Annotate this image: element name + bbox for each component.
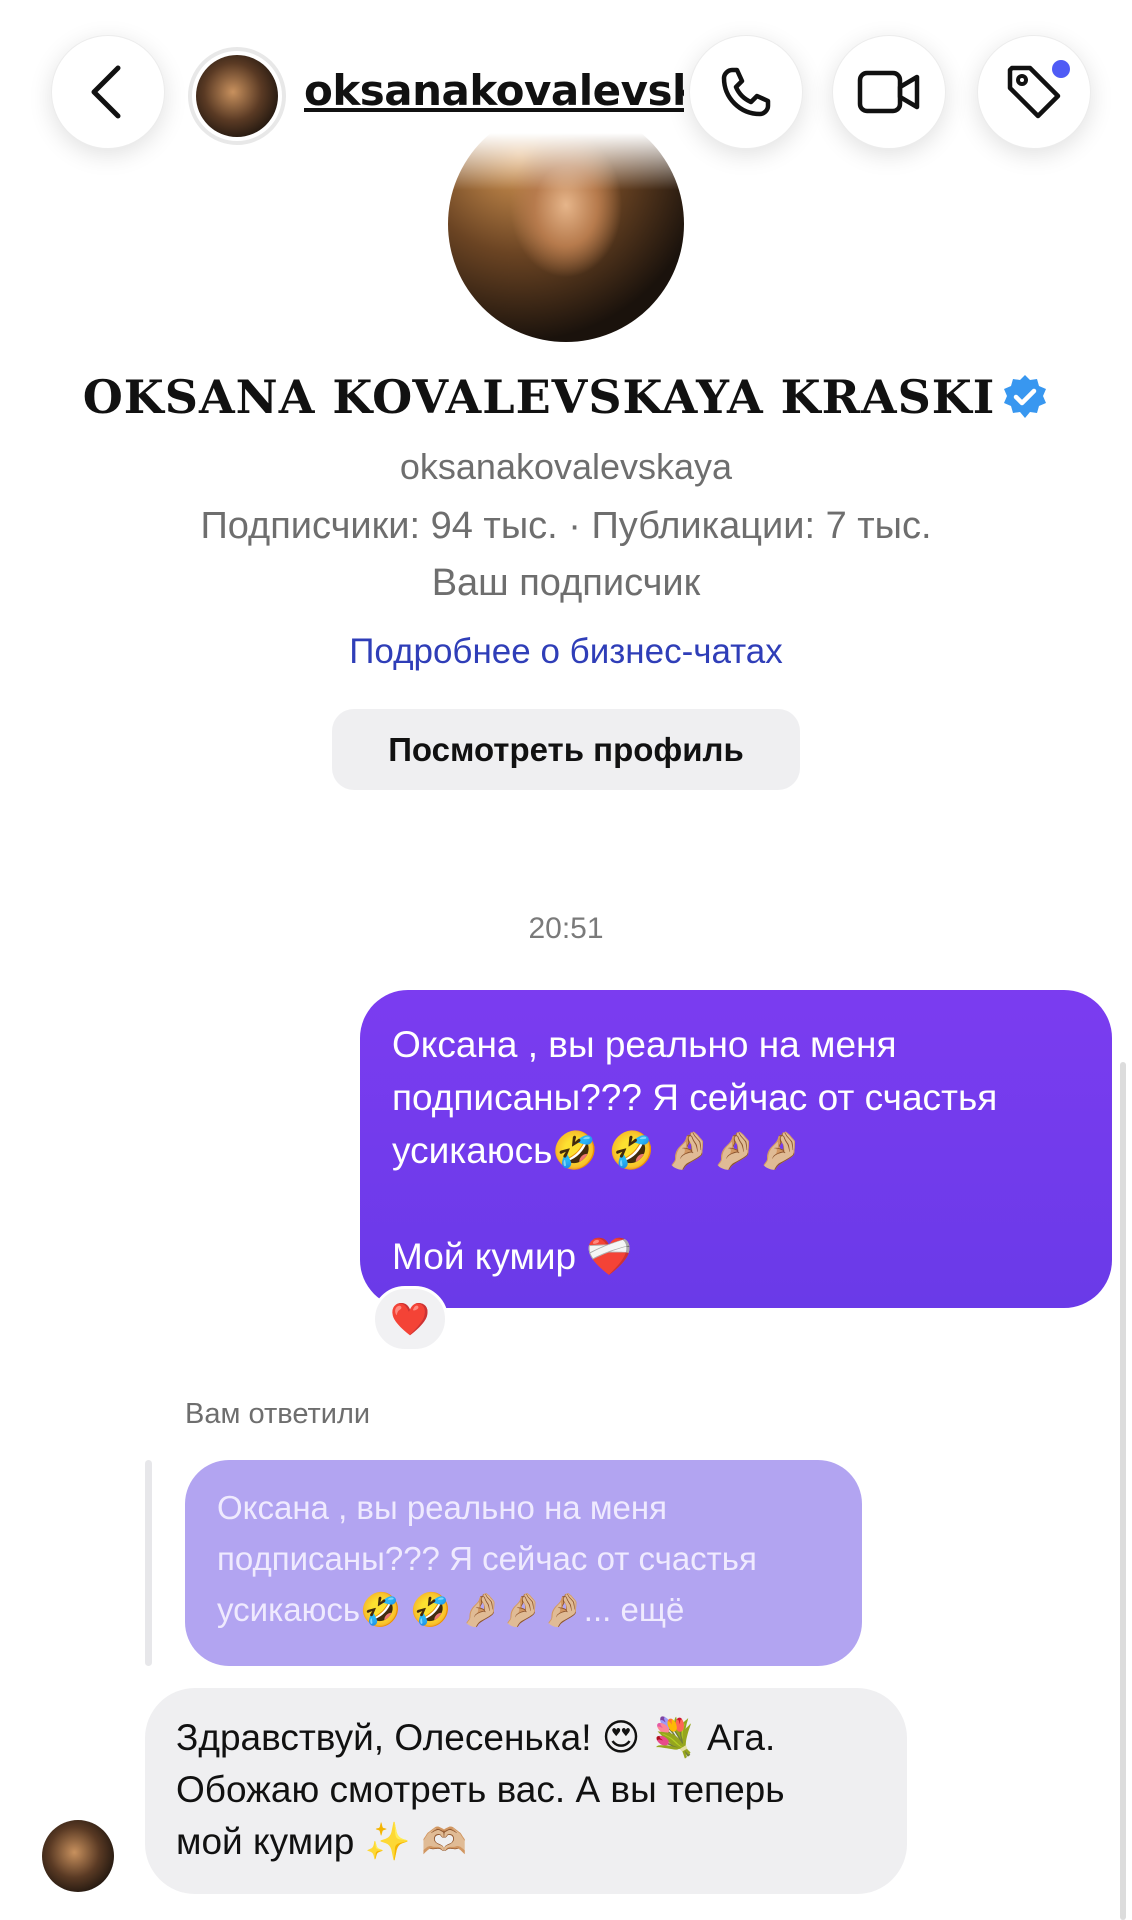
incoming-line: Здравствуй, Олесенька! 😍 💐 Ага.	[176, 1717, 776, 1758]
call-button[interactable]	[689, 35, 803, 149]
profile-stats: Подписчики: 94 тыс. · Публикации: 7 тыс.	[200, 505, 932, 547]
video-call-button[interactable]	[832, 35, 946, 149]
quoted-line: подписаны??? Я сейчас от счастья	[217, 1540, 757, 1577]
scrollbar[interactable]	[1120, 1062, 1126, 1920]
header-username[interactable]: oksanakovalevsk...	[304, 66, 684, 115]
outgoing-line: усикаюсь🤣 🤣 🤌🏼🤌🏼🤌🏼	[392, 1130, 804, 1171]
outgoing-message[interactable]: Оксана , вы реально на меня подписаны???…	[360, 990, 1112, 1308]
outgoing-line: подписаны??? Я сейчас от счастья	[392, 1077, 998, 1118]
back-button[interactable]	[51, 35, 165, 149]
follow-status: Ваш подписчик	[431, 562, 701, 604]
quoted-line: усикаюсь🤣 🤣 🤌🏼🤌🏼🤌🏼... ещё	[217, 1591, 685, 1628]
incoming-message[interactable]: Здравствуй, Олесенька! 😍 💐 Ага. Обожаю с…	[145, 1688, 907, 1894]
verified-badge-icon	[1004, 375, 1047, 418]
display-name-text: OKSANA KOVALEVSKAYA KRASKI	[82, 370, 996, 424]
message-timestamp: 20:51	[528, 912, 604, 945]
outgoing-line: Оксана , вы реально на меня	[392, 1024, 897, 1065]
video-camera-icon	[857, 70, 920, 114]
incoming-line: мой кумир ✨ 🫶🏼	[176, 1821, 468, 1862]
header-avatar[interactable]	[188, 47, 286, 145]
phone-icon	[721, 67, 771, 117]
sender-avatar[interactable]	[42, 1820, 114, 1892]
top-bar: oksanakovalevsk...	[0, 0, 1132, 190]
profile-handle: oksanakovalevskaya	[399, 446, 733, 487]
notification-dot	[1052, 60, 1070, 78]
quoted-message[interactable]: Оксана , вы реально на меня подписаны???…	[185, 1460, 862, 1666]
chevron-left-icon	[91, 65, 121, 119]
incoming-line: Обожаю смотреть вас. А вы теперь	[176, 1769, 785, 1810]
outgoing-line: Мой кумир ❤️‍🩹	[392, 1236, 633, 1277]
quoted-line: Оксана , вы реально на меня	[217, 1489, 667, 1526]
heart-reaction[interactable]: ❤️	[372, 1286, 448, 1352]
reply-indicator-bar	[145, 1460, 152, 1666]
business-chats-link[interactable]: Подробнее о бизнес-чатах	[0, 632, 1132, 672]
label-button[interactable]	[977, 35, 1091, 149]
view-profile-button[interactable]: Посмотреть профиль	[332, 709, 800, 790]
reply-label: Вам ответили	[185, 1398, 371, 1430]
profile-display-name: OKSANA KOVALEVSKAYA KRASKI	[0, 370, 1132, 424]
